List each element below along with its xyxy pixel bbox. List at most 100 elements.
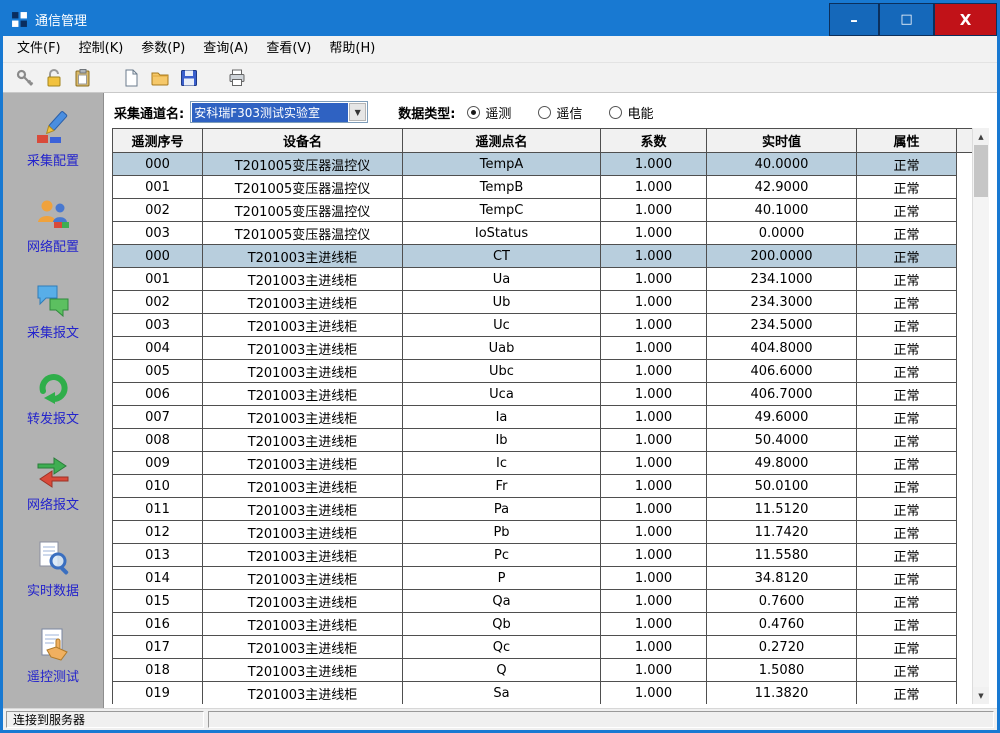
- table-row[interactable]: 003T201005变压器温控仪IoStatus1.0000.0000正常: [113, 222, 973, 245]
- table-cell: 019: [113, 682, 203, 705]
- sidebar: 采集配置网络配置采集报文转发报文网络报文实时数据遥控测试: [3, 93, 104, 708]
- table-cell: 11.3820: [707, 682, 857, 705]
- table-cell-filler: [957, 613, 973, 636]
- table-row[interactable]: 010T201003主进线柜Fr1.00050.0100正常: [113, 475, 973, 498]
- table-row[interactable]: 012T201003主进线柜Pb1.00011.7420正常: [113, 521, 973, 544]
- table-row[interactable]: 003T201003主进线柜Uc1.000234.5000正常: [113, 314, 973, 337]
- table-row[interactable]: 008T201003主进线柜Ib1.00050.4000正常: [113, 429, 973, 452]
- title-bar[interactable]: 通信管理 – □ X: [3, 3, 997, 36]
- unlock-button[interactable]: [42, 66, 66, 90]
- key-button[interactable]: [13, 66, 37, 90]
- print-button[interactable]: [225, 66, 249, 90]
- scrollbar-thumb[interactable]: [974, 145, 988, 197]
- toolbar: [3, 63, 997, 93]
- scroll-down-button[interactable]: ▼: [973, 687, 989, 704]
- radio-option[interactable]: 遥信: [538, 103, 582, 122]
- realtime-data-icon: [34, 539, 72, 577]
- sidebar-item-5[interactable]: 实时数据: [27, 539, 79, 599]
- table-row[interactable]: 017T201003主进线柜Qc1.0000.2720正常: [113, 636, 973, 659]
- table-row[interactable]: 018T201003主进线柜Q1.0001.5080正常: [113, 659, 973, 682]
- table-cell: 正常: [857, 383, 957, 406]
- sidebar-item-0[interactable]: 采集配置: [27, 109, 79, 169]
- table-cell: 013: [113, 544, 203, 567]
- menu-item[interactable]: 帮助(H): [320, 36, 384, 62]
- sidebar-item-2[interactable]: 采集报文: [27, 281, 79, 341]
- paste-button[interactable]: [71, 66, 95, 90]
- menu-item[interactable]: 参数(P): [132, 36, 194, 62]
- scrollbar-track[interactable]: [973, 145, 989, 687]
- save-button[interactable]: [177, 66, 201, 90]
- table-row[interactable]: 011T201003主进线柜Pa1.00011.5120正常: [113, 498, 973, 521]
- table-row[interactable]: 000T201003主进线柜CT1.000200.0000正常: [113, 245, 973, 268]
- table-row[interactable]: 013T201003主进线柜Pc1.00011.5580正常: [113, 544, 973, 567]
- table-cell: Ib: [403, 429, 601, 452]
- radio-option[interactable]: 遥测: [467, 103, 511, 122]
- table-row[interactable]: 000T201005变压器温控仪TempA1.00040.0000正常: [113, 153, 973, 176]
- table-body: 000T201005变压器温控仪TempA1.00040.0000正常001T2…: [113, 153, 973, 705]
- table-row[interactable]: 001T201005变压器温控仪TempB1.00042.9000正常: [113, 176, 973, 199]
- table-header[interactable]: 实时值: [707, 129, 857, 153]
- table-header[interactable]: 属性: [857, 129, 957, 153]
- table-row[interactable]: 002T201005变压器温控仪TempC1.00040.1000正常: [113, 199, 973, 222]
- table-header[interactable]: 遥测点名: [403, 129, 601, 153]
- table-row[interactable]: 006T201003主进线柜Uca1.000406.7000正常: [113, 383, 973, 406]
- maximize-button[interactable]: □: [879, 3, 934, 36]
- table-cell: Pc: [403, 544, 601, 567]
- close-button[interactable]: X: [934, 3, 997, 36]
- scroll-up-button[interactable]: ▲: [973, 128, 989, 145]
- table-cell: 11.5580: [707, 544, 857, 567]
- table-cell: Qc: [403, 636, 601, 659]
- table-cell: Fr: [403, 475, 601, 498]
- table-cell: 017: [113, 636, 203, 659]
- table-cell: T201005变压器温控仪: [203, 222, 403, 245]
- vertical-scrollbar[interactable]: ▲ ▼: [972, 128, 989, 704]
- new-file-icon: [121, 68, 141, 88]
- table-row[interactable]: 019T201003主进线柜Sa1.00011.3820正常: [113, 682, 973, 705]
- table-header[interactable]: 遥测序号: [113, 129, 203, 153]
- table-cell: T201003主进线柜: [203, 314, 403, 337]
- sidebar-item-6[interactable]: 遥控测试: [27, 625, 79, 685]
- table-cell-filler: [957, 222, 973, 245]
- menu-item[interactable]: 文件(F): [8, 36, 70, 62]
- table-cell: 001: [113, 268, 203, 291]
- new-file-button[interactable]: [119, 66, 143, 90]
- chevron-down-icon[interactable]: ▼: [349, 103, 366, 121]
- table-cell: T201003主进线柜: [203, 590, 403, 613]
- sidebar-item-4[interactable]: 网络报文: [27, 453, 79, 513]
- table-cell: 1.000: [601, 452, 707, 475]
- table-row[interactable]: 007T201003主进线柜Ia1.00049.6000正常: [113, 406, 973, 429]
- menu-item[interactable]: 查看(V): [257, 36, 320, 62]
- table-cell: 正常: [857, 199, 957, 222]
- table-row[interactable]: 004T201003主进线柜Uab1.000404.8000正常: [113, 337, 973, 360]
- radio-option[interactable]: 电能: [609, 103, 653, 122]
- table-cell: 008: [113, 429, 203, 452]
- open-folder-button[interactable]: [148, 66, 172, 90]
- table-row[interactable]: 015T201003主进线柜Qa1.0000.7600正常: [113, 590, 973, 613]
- table-row[interactable]: 009T201003主进线柜Ic1.00049.8000正常: [113, 452, 973, 475]
- table-cell: Ic: [403, 452, 601, 475]
- table-cell: CT: [403, 245, 601, 268]
- table-cell: 50.0100: [707, 475, 857, 498]
- table-row[interactable]: 001T201003主进线柜Ua1.000234.1000正常: [113, 268, 973, 291]
- menu-item[interactable]: 控制(K): [70, 36, 133, 62]
- table-cell: T201005变压器温控仪: [203, 153, 403, 176]
- table-row[interactable]: 016T201003主进线柜Qb1.0000.4760正常: [113, 613, 973, 636]
- channel-select[interactable]: 安科瑞F303测试实验室 ▼: [190, 101, 368, 123]
- table-row[interactable]: 014T201003主进线柜P1.00034.8120正常: [113, 567, 973, 590]
- sidebar-item-3[interactable]: 转发报文: [27, 367, 79, 427]
- table-cell: T201003主进线柜: [203, 360, 403, 383]
- table-cell: 42.9000: [707, 176, 857, 199]
- table-cell-filler: [957, 406, 973, 429]
- table-cell-filler: [957, 176, 973, 199]
- table-header[interactable]: 系数: [601, 129, 707, 153]
- table-cell: 001: [113, 176, 203, 199]
- table-cell: Uc: [403, 314, 601, 337]
- table-row[interactable]: 002T201003主进线柜Ub1.000234.3000正常: [113, 291, 973, 314]
- table-cell-filler: [957, 498, 973, 521]
- table-cell: T201003主进线柜: [203, 659, 403, 682]
- sidebar-item-1[interactable]: 网络配置: [27, 195, 79, 255]
- minimize-button[interactable]: –: [829, 3, 879, 36]
- menu-item[interactable]: 查询(A): [194, 36, 257, 62]
- table-header[interactable]: 设备名: [203, 129, 403, 153]
- table-row[interactable]: 005T201003主进线柜Ubc1.000406.6000正常: [113, 360, 973, 383]
